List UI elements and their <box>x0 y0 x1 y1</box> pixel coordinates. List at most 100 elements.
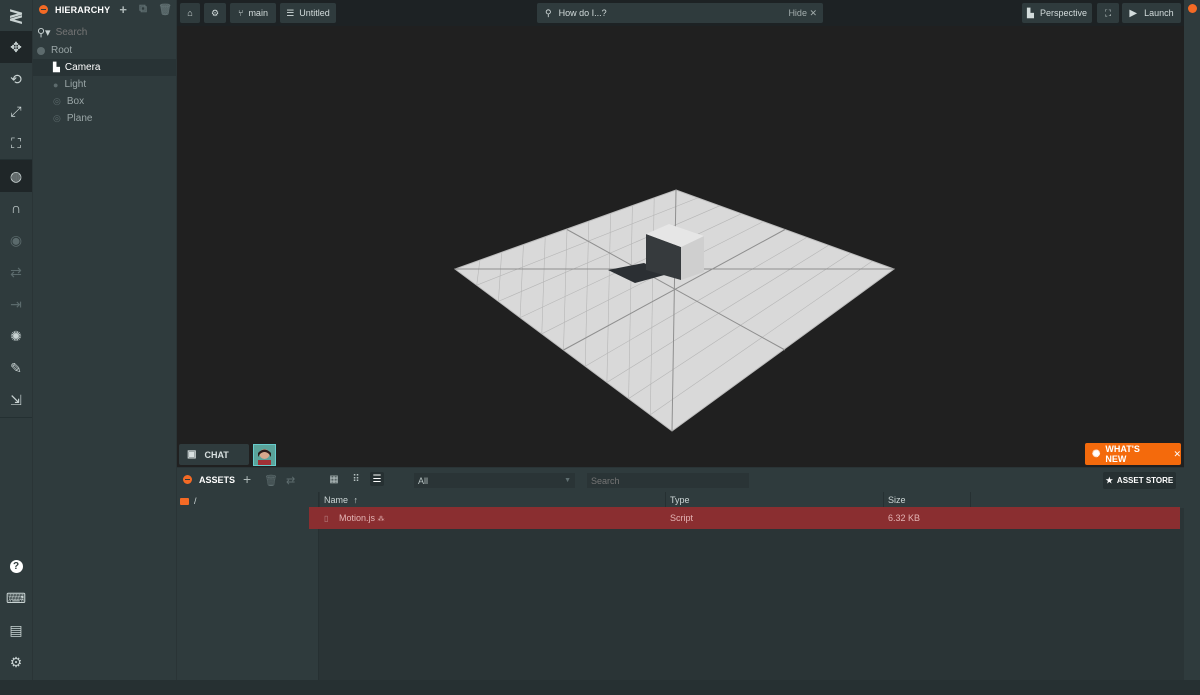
tree-item-box[interactable]: ◎ Box <box>33 93 176 110</box>
camera-icon: ▙ <box>1027 7 1034 18</box>
feedback-icon[interactable]: ▤ <box>0 614 32 646</box>
folder-icon <box>180 497 189 505</box>
settings-icon[interactable]: ⚙ <box>0 646 32 678</box>
viewport[interactable] <box>177 26 1184 467</box>
chat-icon: ▣ <box>187 449 197 460</box>
collapse-icon[interactable] <box>1188 4 1197 13</box>
launch-label: Launch <box>1144 8 1174 18</box>
translate-icon[interactable]: ✥ <box>0 31 32 63</box>
table-row[interactable]: ▯ Motion.js ⁂ Script 6.32 KB <box>309 507 1180 529</box>
branch-button[interactable]: ⑂ main <box>230 3 276 23</box>
avatar[interactable] <box>253 444 276 466</box>
scene-button[interactable]: ☰ Untitled <box>280 3 336 23</box>
asset-size: 6.32 KB <box>888 513 921 523</box>
hierarchy-title: HIERARCHY <box>55 4 111 15</box>
star-icon: ★ <box>1105 476 1113 485</box>
logo-icon[interactable]: ≷ <box>0 0 32 32</box>
asset-type: Script <box>670 513 694 523</box>
world-icon[interactable]: ◍ <box>0 160 32 192</box>
add-asset-icon[interactable]: + <box>243 471 251 487</box>
help-search-placeholder[interactable]: How do I...? <box>559 8 789 18</box>
asset-store-button[interactable]: ★ ASSET STORE <box>1103 472 1176 489</box>
column-name-label: Name <box>324 495 349 505</box>
duplicate-icon[interactable]: ⧉ <box>139 3 147 16</box>
light-icon[interactable]: ✺ <box>0 320 32 352</box>
hide-button[interactable]: Hide ✕ <box>788 8 817 19</box>
controls-icon[interactable]: ⌨ <box>0 582 32 614</box>
branch-icon: ⑂ <box>238 8 244 18</box>
fullscreen-icon[interactable]: ⛶ <box>1097 3 1119 23</box>
add-entity-icon[interactable]: + <box>119 2 127 17</box>
assets-header: ASSETS + 🗑 ⇄ ▦ ⠿ ☰ All ▼ ★ ASSET STORE <box>177 468 1184 492</box>
link-icon: ⁂ <box>377 516 385 523</box>
camera-label: Perspective <box>1039 8 1087 18</box>
asset-name-cell: Motion.js ⁂ <box>339 513 385 523</box>
root-icon <box>37 46 45 55</box>
gear-icon[interactable]: ⚙ <box>204 3 226 23</box>
hide-label: Hide <box>788 7 807 18</box>
tree-item-label: Root <box>51 45 73 56</box>
close-icon[interactable]: ✕ <box>1173 449 1181 460</box>
script-file-icon: ▯ <box>324 514 329 523</box>
scale-icon[interactable]: ⤢ <box>0 95 32 127</box>
search-icon: ⚲ <box>545 7 552 18</box>
launch-button[interactable]: ▶ Launch <box>1122 3 1181 23</box>
help-icon[interactable]: ? <box>0 550 32 582</box>
hierarchy-search[interactable]: ⚲▾ <box>37 23 172 41</box>
left-toolbar: ≷ ✥ ⟲ ⤢ ⛶ ◍ ∩ ◉ ⇄ ⇥ ✺ ✎ ⇲ ? ⌨ ▤ ⚙ <box>0 0 32 680</box>
filter-select[interactable]: All ▼ <box>414 473 575 488</box>
help-search-bar[interactable]: ⚲ How do I...? Hide ✕ <box>537 3 823 23</box>
folder-root[interactable]: / <box>180 496 197 506</box>
grid-small-icon[interactable]: ⠿ <box>349 472 363 486</box>
light-bulb-icon: ● <box>53 79 59 90</box>
assets-search-input[interactable] <box>587 473 749 488</box>
resize-icon[interactable]: ⛶ <box>0 127 32 159</box>
filter-value: All <box>418 475 429 486</box>
camera-icon: ▙ <box>53 62 60 72</box>
rotate-icon[interactable]: ⟲ <box>0 63 32 95</box>
magnet-icon[interactable]: ∩ <box>0 192 32 224</box>
scene-view[interactable] <box>177 26 1184 467</box>
tree-item-plane[interactable]: ◎ Plane <box>33 110 176 127</box>
delete-icon[interactable]: 🗑 <box>158 3 172 16</box>
column-type[interactable]: Type <box>670 495 690 505</box>
tree-item-root[interactable]: Root <box>33 42 176 59</box>
top-bar: ⌂ ⚙ ⑂ main ☰ Untitled ⚲ How do I...? Hid… <box>177 0 1184 26</box>
column-size[interactable]: Size <box>888 495 906 505</box>
hierarchy-search-input[interactable] <box>55 26 156 38</box>
search-icon[interactable]: ⚲▾ <box>37 26 51 39</box>
branch-label: main <box>248 8 268 18</box>
whats-new-button[interactable]: ✺ WHAT'S NEW ✕ <box>1085 443 1181 465</box>
tree-item-label: Camera <box>64 62 101 73</box>
light-bulb-icon: ✺ <box>1092 448 1101 460</box>
scene-label: Untitled <box>299 8 330 18</box>
grid-large-icon[interactable]: ▦ <box>327 472 341 486</box>
asset-name: Motion.js <box>339 513 376 523</box>
chat-button[interactable]: ▣ CHAT <box>179 444 249 465</box>
play-icon: ▶ <box>1129 7 1138 19</box>
redo-icon[interactable]: ⇥ <box>0 288 32 320</box>
chat-label: CHAT <box>204 449 229 460</box>
collapse-icon[interactable] <box>183 475 192 484</box>
assets-folder-panel: / <box>177 492 319 680</box>
tree-item-label: Plane <box>66 113 93 124</box>
publish-icon[interactable]: ⇲ <box>0 384 32 416</box>
tree-item-light[interactable]: ● Light <box>33 76 176 93</box>
list-icon: ☰ <box>286 7 295 18</box>
entity-icon: ◎ <box>53 96 61 106</box>
avatar-image <box>254 445 275 465</box>
assets-title: ASSETS <box>199 475 236 485</box>
undo-icon[interactable]: ⇄ <box>0 256 32 288</box>
column-name[interactable]: Name ↑ <box>324 495 358 505</box>
list-view-icon[interactable]: ☰ <box>370 472 384 486</box>
delete-icon[interactable]: 🗑 <box>264 474 278 487</box>
right-strip <box>1184 0 1200 680</box>
edit-icon[interactable]: ✎ <box>0 352 32 384</box>
home-icon[interactable]: ⌂ <box>180 3 200 23</box>
eye-icon[interactable]: ◉ <box>0 224 32 256</box>
sync-icon[interactable]: ⇄ <box>286 474 295 487</box>
tree-item-camera[interactable]: ▙ Camera <box>33 59 176 76</box>
sort-arrow-up-icon: ↑ <box>353 495 359 505</box>
collapse-icon[interactable] <box>39 5 48 14</box>
camera-select-button[interactable]: ▙ Perspective <box>1022 3 1092 23</box>
